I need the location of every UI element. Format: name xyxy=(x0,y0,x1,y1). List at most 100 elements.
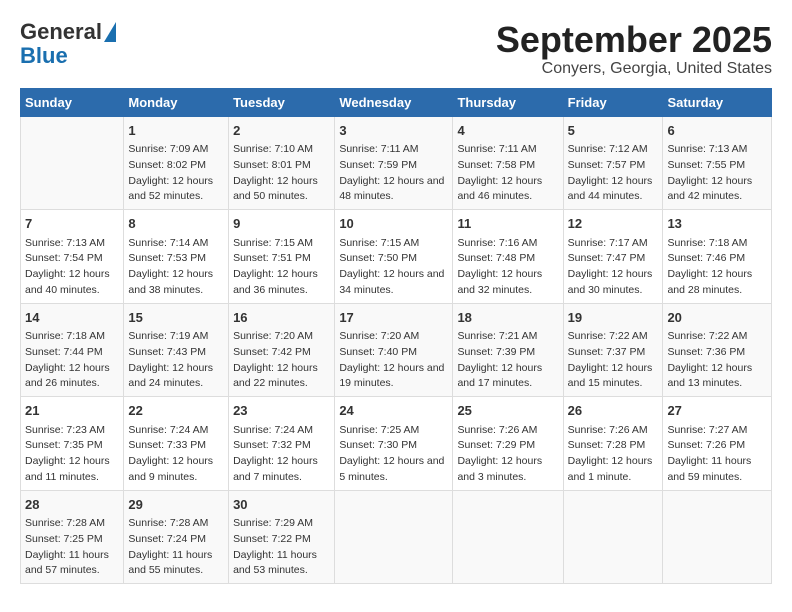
daylight-text: Daylight: 12 hours and 38 minutes. xyxy=(128,267,224,299)
calendar-cell: 13Sunrise: 7:18 AMSunset: 7:46 PMDayligh… xyxy=(663,210,772,304)
calendar-cell: 25 Sunrise: 7:26 AMSunset: 7:29 PMDayligh… xyxy=(453,397,563,491)
day-number: 30 xyxy=(233,495,330,515)
daylight-text: Daylight: 12 hours and 42 minutes. xyxy=(667,174,767,206)
daylight-text: Daylight: 12 hours and 19 minutes. xyxy=(339,361,448,393)
sunrise-text: Sunrise: 7:10 AM xyxy=(233,142,330,158)
day-number: 25 xyxy=(457,401,558,421)
calendar-cell: 26 Sunrise: 7:26 AMSunset: 7:28 PMDayligh… xyxy=(563,397,663,491)
daylight-text: Daylight: 12 hours and 11 minutes. xyxy=(25,454,119,486)
sunset-text: Sunset: 7:40 PM xyxy=(339,345,448,361)
header-saturday: Saturday xyxy=(663,88,772,116)
sunrise-text: Sunrise: 7:12 AM xyxy=(568,142,659,158)
sunset-text: Sunset: 7:44 PM xyxy=(25,345,119,361)
day-number: 1 xyxy=(128,121,224,141)
page-title: September 2025 xyxy=(496,20,772,60)
header-monday: Monday xyxy=(124,88,229,116)
daylight-text: Daylight: 12 hours and 40 minutes. xyxy=(25,267,119,299)
daylight-text: Daylight: 12 hours and 30 minutes. xyxy=(568,267,659,299)
day-number: 17 xyxy=(339,308,448,328)
daylight-text: Daylight: 12 hours and 44 minutes. xyxy=(568,174,659,206)
calendar-week-row: 14Sunrise: 7:18 AMSunset: 7:44 PMDayligh… xyxy=(21,303,772,397)
daylight-text: Daylight: 12 hours and 13 minutes. xyxy=(667,361,767,393)
day-number: 26 xyxy=(568,401,659,421)
calendar-cell: 23Sunrise: 7:24 AMSunset: 7:32 PMDayligh… xyxy=(229,397,335,491)
daylight-text: Daylight: 12 hours and 5 minutes. xyxy=(339,454,448,486)
sunset-text: Sunset: 7:42 PM xyxy=(233,345,330,361)
day-number: 10 xyxy=(339,214,448,234)
day-number: 23 xyxy=(233,401,330,421)
daylight-text: Daylight: 12 hours and 32 minutes. xyxy=(457,267,558,299)
daylight-text: Daylight: 12 hours and 46 minutes. xyxy=(457,174,558,206)
daylight-text: Daylight: 11 hours and 57 minutes. xyxy=(25,548,119,580)
calendar-cell: 20Sunrise: 7:22 AMSunset: 7:36 PMDayligh… xyxy=(663,303,772,397)
sunrise-text: Sunrise: 7:13 AM xyxy=(25,236,119,252)
sunset-text: Sunset: 7:53 PM xyxy=(128,251,224,267)
daylight-text: Daylight: 12 hours and 3 minutes. xyxy=(457,454,558,486)
sunset-text: Sunset: 7:35 PM xyxy=(25,438,119,454)
day-number: 27 xyxy=(667,401,767,421)
sunset-text: Sunset: 7:46 PM xyxy=(667,251,767,267)
sunset-text: Sunset: 7:25 PM xyxy=(25,532,119,548)
sunrise-text: Sunrise: 7:24 AM xyxy=(128,423,224,439)
calendar-cell xyxy=(21,116,124,210)
sunset-text: Sunset: 7:43 PM xyxy=(128,345,224,361)
calendar-cell: 8Sunrise: 7:14 AMSunset: 7:53 PMDaylight… xyxy=(124,210,229,304)
sunrise-text: Sunrise: 7:21 AM xyxy=(457,329,558,345)
sunset-text: Sunset: 7:33 PM xyxy=(128,438,224,454)
day-number: 16 xyxy=(233,308,330,328)
sunrise-text: Sunrise: 7:27 AM xyxy=(667,423,767,439)
calendar-cell: 19Sunrise: 7:22 AMSunset: 7:37 PMDayligh… xyxy=(563,303,663,397)
sunrise-text: Sunrise: 7:26 AM xyxy=(568,423,659,439)
daylight-text: Daylight: 11 hours and 59 minutes. xyxy=(667,454,767,486)
day-number: 18 xyxy=(457,308,558,328)
day-number: 4 xyxy=(457,121,558,141)
sunset-text: Sunset: 7:28 PM xyxy=(568,438,659,454)
sunrise-text: Sunrise: 7:11 AM xyxy=(339,142,448,158)
sunrise-text: Sunrise: 7:24 AM xyxy=(233,423,330,439)
sunset-text: Sunset: 7:47 PM xyxy=(568,251,659,267)
day-number: 14 xyxy=(25,308,119,328)
day-number: 21 xyxy=(25,401,119,421)
calendar-cell: 11Sunrise: 7:16 AMSunset: 7:48 PMDayligh… xyxy=(453,210,563,304)
sunset-text: Sunset: 7:22 PM xyxy=(233,532,330,548)
header-sunday: Sunday xyxy=(21,88,124,116)
daylight-text: Daylight: 12 hours and 1 minute. xyxy=(568,454,659,486)
sunrise-text: Sunrise: 7:26 AM xyxy=(457,423,558,439)
calendar-cell: 22Sunrise: 7:24 AMSunset: 7:33 PMDayligh… xyxy=(124,397,229,491)
day-number: 12 xyxy=(568,214,659,234)
sunset-text: Sunset: 8:02 PM xyxy=(128,158,224,174)
daylight-text: Daylight: 12 hours and 7 minutes. xyxy=(233,454,330,486)
sunset-text: Sunset: 7:58 PM xyxy=(457,158,558,174)
sunset-text: Sunset: 7:29 PM xyxy=(457,438,558,454)
header-thursday: Thursday xyxy=(453,88,563,116)
calendar-cell: 30Sunrise: 7:29 AMSunset: 7:22 PMDayligh… xyxy=(229,490,335,584)
header-wednesday: Wednesday xyxy=(335,88,453,116)
calendar-cell: 27 Sunrise: 7:27 AMSunset: 7:26 PMDayligh… xyxy=(663,397,772,491)
calendar-cell: 16Sunrise: 7:20 AMSunset: 7:42 PMDayligh… xyxy=(229,303,335,397)
calendar-cell: 12Sunrise: 7:17 AMSunset: 7:47 PMDayligh… xyxy=(563,210,663,304)
sunset-text: Sunset: 7:26 PM xyxy=(667,438,767,454)
sunrise-text: Sunrise: 7:11 AM xyxy=(457,142,558,158)
calendar-cell: 4Sunrise: 7:11 AMSunset: 7:58 PMDaylight… xyxy=(453,116,563,210)
sunrise-text: Sunrise: 7:22 AM xyxy=(568,329,659,345)
day-number: 11 xyxy=(457,214,558,234)
sunrise-text: Sunrise: 7:23 AM xyxy=(25,423,119,439)
sunrise-text: Sunrise: 7:15 AM xyxy=(233,236,330,252)
sunset-text: Sunset: 7:50 PM xyxy=(339,251,448,267)
sunrise-text: Sunrise: 7:25 AM xyxy=(339,423,448,439)
calendar-cell xyxy=(335,490,453,584)
daylight-text: Daylight: 12 hours and 34 minutes. xyxy=(339,267,448,299)
calendar-cell: 1Sunrise: 7:09 AMSunset: 8:02 PMDaylight… xyxy=(124,116,229,210)
sunrise-text: Sunrise: 7:15 AM xyxy=(339,236,448,252)
sunrise-text: Sunrise: 7:18 AM xyxy=(667,236,767,252)
day-number: 2 xyxy=(233,121,330,141)
calendar-week-row: 21Sunrise: 7:23 AMSunset: 7:35 PMDayligh… xyxy=(21,397,772,491)
day-number: 9 xyxy=(233,214,330,234)
day-number: 5 xyxy=(568,121,659,141)
daylight-text: Daylight: 12 hours and 22 minutes. xyxy=(233,361,330,393)
calendar-cell: 28Sunrise: 7:28 AMSunset: 7:25 PMDayligh… xyxy=(21,490,124,584)
sunset-text: Sunset: 7:36 PM xyxy=(667,345,767,361)
daylight-text: Daylight: 12 hours and 48 minutes. xyxy=(339,174,448,206)
calendar-cell: 14Sunrise: 7:18 AMSunset: 7:44 PMDayligh… xyxy=(21,303,124,397)
sunset-text: Sunset: 7:30 PM xyxy=(339,438,448,454)
